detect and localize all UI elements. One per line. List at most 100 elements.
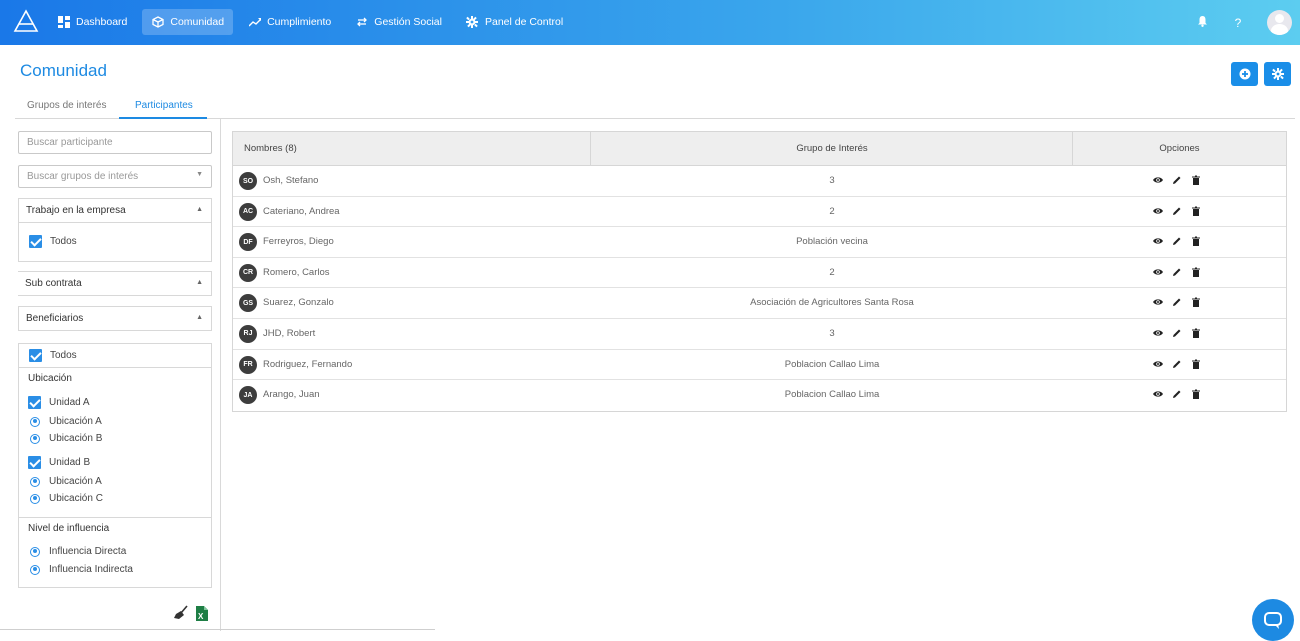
participant-name[interactable]: Romero, Carlos <box>263 267 330 278</box>
chat-icon <box>1264 612 1282 629</box>
trabajo-todos-label: Todos <box>50 236 77 247</box>
nav-comunidad[interactable]: Comunidad <box>142 9 234 35</box>
edit-icon[interactable] <box>1172 175 1182 185</box>
section-beneficiarios-title: Beneficiarios <box>26 313 84 324</box>
participant-name[interactable]: Rodriguez, Fernando <box>263 359 352 370</box>
header-group[interactable]: Grupo de Interés <box>591 132 1073 165</box>
eye-icon[interactable] <box>1153 389 1163 399</box>
bottom-scrollbar[interactable] <box>0 629 435 630</box>
tabs: Grupos de interés Participantes <box>15 97 1295 119</box>
eye-icon[interactable] <box>1153 328 1163 338</box>
trash-icon[interactable] <box>1191 297 1201 308</box>
participant-name[interactable]: Osh, Stefano <box>263 175 318 186</box>
header-names[interactable]: Nombres (8) <box>244 132 297 165</box>
row-options <box>1153 236 1201 247</box>
trash-icon[interactable] <box>1191 359 1201 369</box>
chat-button[interactable] <box>1252 599 1294 641</box>
edit-icon[interactable] <box>1172 297 1182 307</box>
bell-icon[interactable] <box>1195 15 1209 30</box>
logo-icon[interactable] <box>13 9 39 33</box>
section-trabajo[interactable]: Trabajo en la empresa ▲ <box>18 198 212 223</box>
avatar: CR <box>239 263 257 282</box>
beneficiarios-todos-checkbox[interactable]: Todos <box>29 349 77 362</box>
influencia-directa-radio[interactable]: Influencia Directa <box>30 546 126 557</box>
trash-icon[interactable] <box>1191 389 1201 400</box>
edit-icon[interactable] <box>1172 359 1182 369</box>
participant-group: 2 <box>829 266 835 278</box>
divider <box>19 367 211 368</box>
active-tab-indicator <box>119 117 207 119</box>
nav-cumplimiento[interactable]: Cumplimiento <box>239 9 340 35</box>
trash-icon[interactable] <box>1191 236 1201 247</box>
radio-selected-icon <box>30 564 40 575</box>
tab-grupos-interes[interactable]: Grupos de interés <box>27 100 107 111</box>
radio-label: Ubicación C <box>49 493 103 504</box>
edit-icon[interactable] <box>1172 236 1182 246</box>
trabajo-todos-checkbox[interactable]: Todos <box>29 235 77 248</box>
settings-button[interactable] <box>1264 62 1291 86</box>
table-row[interactable]: RJ JHD, Robert 3 <box>233 319 1286 350</box>
main-nav: Dashboard Comunidad Cumplimiento Gestión… <box>48 9 572 35</box>
table-row[interactable]: DF Ferreyros, Diego Población vecina <box>233 227 1286 258</box>
table-row[interactable]: FR Rodriguez, Fernando Poblacion Callao Li… <box>233 350 1286 381</box>
trash-icon[interactable] <box>1191 328 1201 338</box>
table-row[interactable]: CR Romero, Carlos 2 <box>233 258 1286 289</box>
tab-participantes[interactable]: Participantes <box>135 100 193 111</box>
participant-name[interactable]: Arango, Juan <box>263 389 320 400</box>
trash-icon[interactable] <box>1191 206 1201 216</box>
table-row[interactable]: SO Osh, Stefano 3 <box>233 166 1286 197</box>
broom-icon[interactable] <box>173 605 189 621</box>
row-options <box>1153 206 1201 216</box>
table-row[interactable]: JA Arango, Juan Poblacion Callao Lima <box>233 380 1286 411</box>
unidad-b-checkbox[interactable]: Unidad B <box>28 456 90 469</box>
edit-icon[interactable] <box>1172 206 1182 216</box>
avatar: GS <box>239 294 257 313</box>
user-avatar[interactable] <box>1267 10 1292 35</box>
participant-name[interactable]: Suarez, Gonzalo <box>263 297 334 308</box>
sidebar-divider <box>220 119 221 631</box>
nav-gestion-social[interactable]: Gestión Social <box>346 9 451 35</box>
excel-export-icon[interactable]: X <box>195 605 209 622</box>
section-subcontrata[interactable]: Sub contrata ▲ <box>18 271 212 296</box>
trabajo-box: Todos <box>18 222 212 262</box>
search-group-select[interactable]: Buscar grupos de interés ▼ <box>18 165 212 188</box>
eye-icon[interactable] <box>1153 267 1163 277</box>
radio-label: Ubicación A <box>49 416 102 427</box>
unidad-a-checkbox[interactable]: Unidad A <box>28 396 90 409</box>
swap-icon <box>355 16 368 29</box>
edit-icon[interactable] <box>1172 389 1182 399</box>
radio-label: Influencia Directa <box>49 546 127 557</box>
participant-name[interactable]: Ferreyros, Diego <box>263 236 334 247</box>
unidad-a-ubicacion-b-radio[interactable]: Ubicación B <box>30 433 102 444</box>
eye-icon[interactable] <box>1153 297 1163 307</box>
participant-name[interactable]: Cateriano, Andrea <box>263 206 340 217</box>
edit-icon[interactable] <box>1172 267 1182 277</box>
eye-icon[interactable] <box>1153 236 1163 246</box>
influencia-indirecta-radio[interactable]: Influencia Indirecta <box>30 564 133 575</box>
unidad-b-ubicacion-c-radio[interactable]: Ubicación C <box>30 493 103 504</box>
trash-icon[interactable] <box>1191 267 1201 277</box>
eye-icon[interactable] <box>1153 206 1163 216</box>
page-title: Comunidad <box>20 61 107 80</box>
table-row[interactable]: GS Suarez, Gonzalo Asociación de Agriculto… <box>233 288 1286 319</box>
section-beneficiarios[interactable]: Beneficiarios ▲ <box>18 306 212 331</box>
add-button[interactable] <box>1231 62 1258 86</box>
search-participant-input[interactable]: Buscar participante <box>18 131 212 154</box>
participant-group: Poblacion Callao Lima <box>784 358 880 370</box>
avatar: RJ <box>239 324 257 343</box>
participant-group: Poblacion Callao Lima <box>784 389 880 401</box>
participant-name[interactable]: JHD, Robert <box>263 328 315 339</box>
help-button[interactable]: ? <box>1231 16 1245 30</box>
section-trabajo-title: Trabajo en la empresa <box>26 205 126 216</box>
edit-icon[interactable] <box>1172 328 1182 338</box>
eye-icon[interactable] <box>1153 359 1163 369</box>
table-row[interactable]: AC Cateriano, Andrea 2 <box>233 197 1286 228</box>
nav-dashboard[interactable]: Dashboard <box>48 9 136 35</box>
eye-icon[interactable] <box>1153 175 1163 185</box>
nav-panel-control[interactable]: Panel de Control <box>457 9 572 35</box>
participant-group: 2 <box>829 205 835 217</box>
unidad-a-ubicacion-a-radio[interactable]: Ubicación A <box>30 416 102 427</box>
row-options <box>1153 389 1201 400</box>
unidad-b-ubicacion-a-radio[interactable]: Ubicación A <box>30 476 102 487</box>
trash-icon[interactable] <box>1191 175 1201 185</box>
